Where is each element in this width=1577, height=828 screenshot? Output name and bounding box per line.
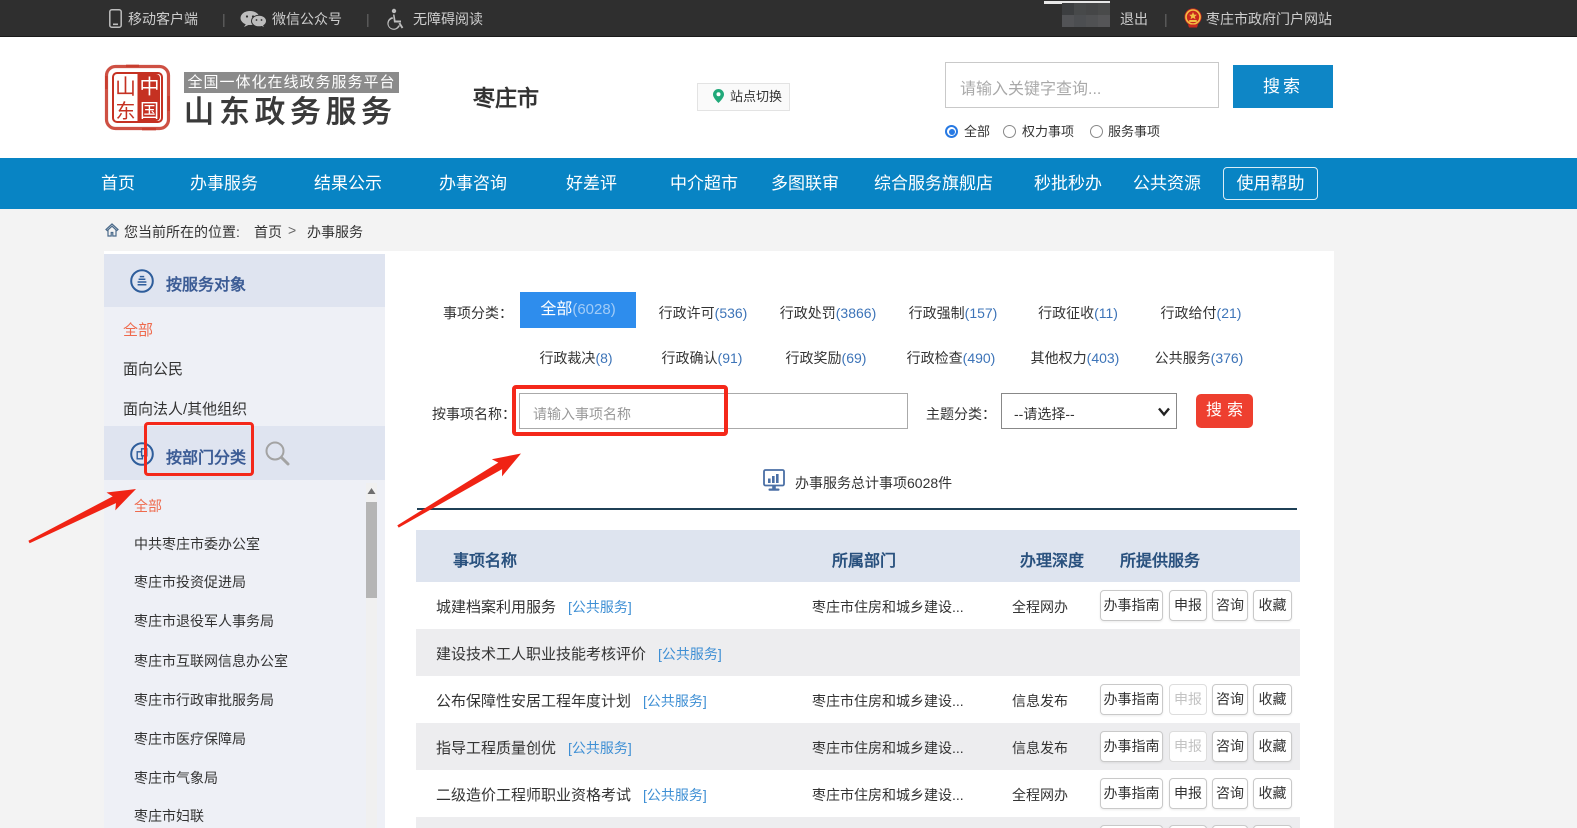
svg-text:东: 东	[116, 100, 136, 123]
svg-text:国: 国	[140, 101, 159, 122]
svg-text:山: 山	[115, 75, 136, 99]
svg-text:中: 中	[140, 76, 160, 99]
